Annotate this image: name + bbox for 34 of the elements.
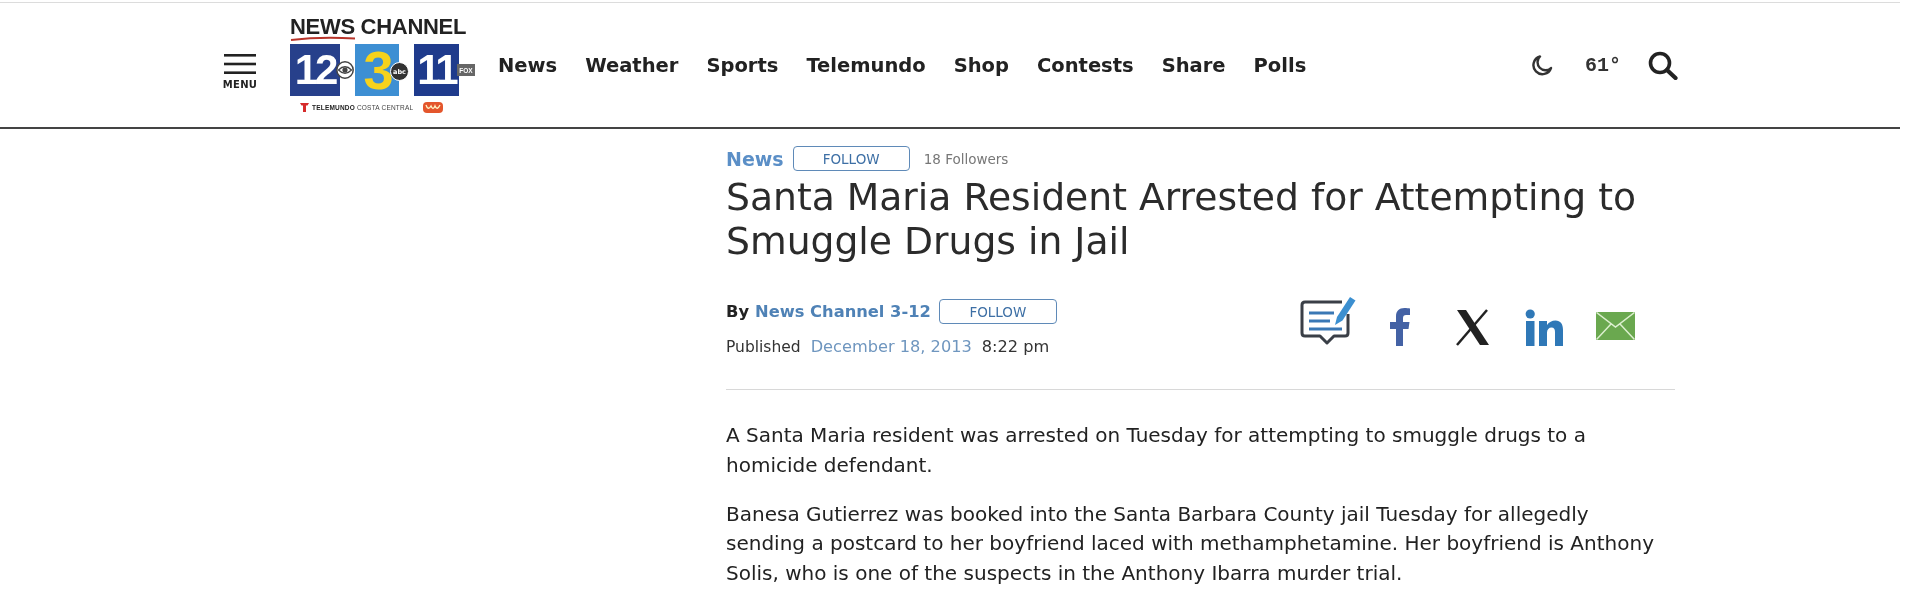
publish-time: 8:22 pm: [981, 336, 1050, 358]
follow-button[interactable]: FOLLOW: [792, 146, 910, 171]
channel-number: 3: [363, 43, 391, 97]
menu-button[interactable]: MENU: [218, 54, 262, 90]
logo-wordmark: NEWS CHANNEL: [290, 17, 467, 36]
article-paragraph: A Santa Maria resident was arrested on Tuesday for attempting to smuggle drugs to a homicide defendant.: [726, 422, 1587, 479]
x-icon[interactable]: [1455, 309, 1490, 346]
article-paragraph: Banesa Gutierrez was booked into the Santa Barbara County jail Tuesday for allegedly sending a postcard to her boyfriend laced with methamphetamine. Her boyfriend is Anthony Solis, who is one of the suspects in the Anthony Ibarra murder trial.: [726, 500, 1655, 587]
author-link[interactable]: News Channel 3-12: [755, 302, 931, 321]
article-title: Santa Maria Resident Arrested for Attempting to Smuggle Drugs in Jail: [726, 175, 1638, 263]
menu-icon: [224, 54, 256, 74]
channel-number: 12: [294, 49, 336, 91]
nav-link[interactable]: Telemundo: [806, 53, 926, 77]
byline-label: By: [726, 302, 750, 321]
nav-link[interactable]: Shop: [953, 53, 1009, 77]
nav-link[interactable]: Polls: [1253, 53, 1307, 77]
linkedin-icon[interactable]: [1525, 309, 1563, 346]
temperature: 61°: [1585, 53, 1621, 77]
follow-button[interactable]: FOLLOW: [938, 299, 1057, 324]
nav-link[interactable]: Contests: [1036, 53, 1134, 77]
eye-icon: [336, 61, 354, 79]
nav-link[interactable]: Weather: [585, 53, 679, 77]
published-label: Published: [726, 337, 801, 358]
nav-link[interactable]: Sports: [706, 53, 779, 77]
swoosh-icon: [290, 36, 356, 41]
channel-badge-icon: [423, 101, 444, 113]
followers-count: 18 Followers: [923, 150, 1009, 167]
logo-mark-icon: [300, 102, 309, 112]
facebook-icon[interactable]: [1390, 308, 1410, 346]
nav-link[interactable]: Share: [1161, 53, 1226, 77]
search-icon[interactable]: [1648, 50, 1678, 80]
channel-number: 11: [417, 49, 456, 91]
moon-icon: [1531, 54, 1553, 76]
nav-link[interactable]: News: [498, 53, 558, 77]
